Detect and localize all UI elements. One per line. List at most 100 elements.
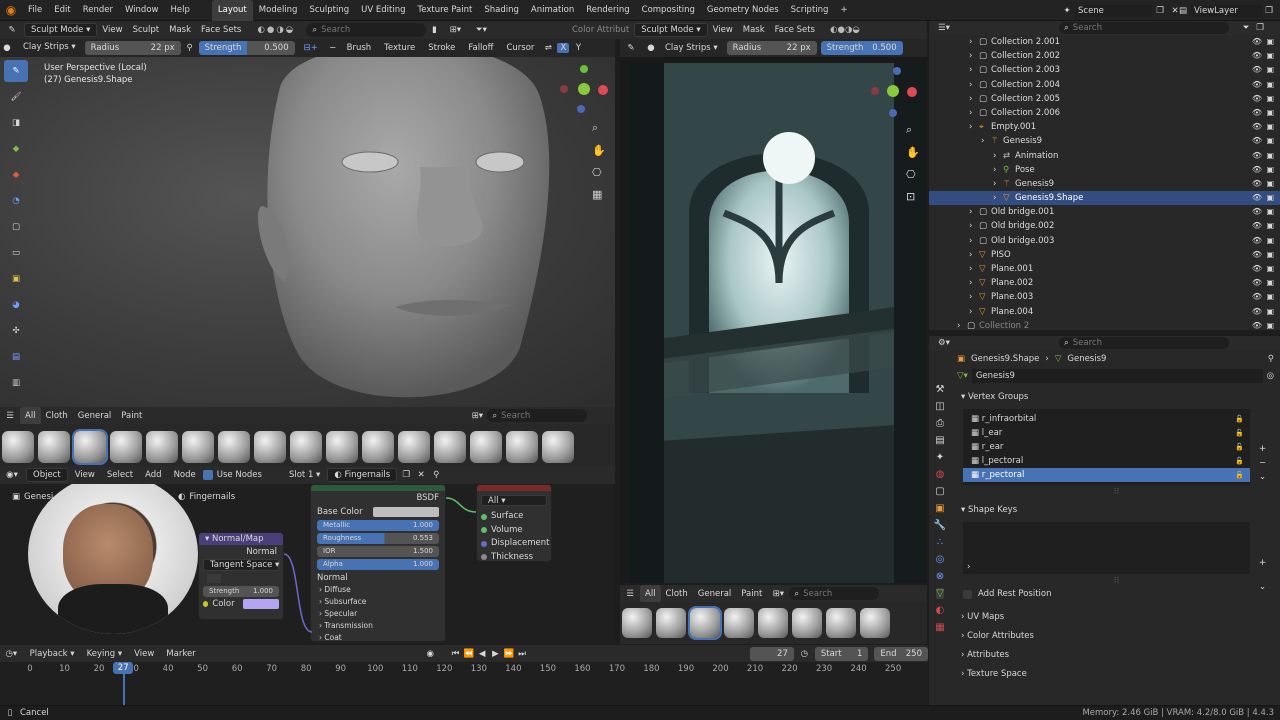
mask-tool[interactable]: ◨ xyxy=(4,112,28,134)
menu-edit[interactable]: Edit xyxy=(48,0,76,21)
cloth-filter-tool[interactable]: ▤ xyxy=(4,346,28,368)
render-camera-icon[interactable]: ▣ xyxy=(1266,163,1274,177)
lock-icon[interactable]: 🔓 xyxy=(1235,412,1244,426)
close-icon[interactable]: ✕ xyxy=(415,470,427,480)
remove-icon[interactable]: − xyxy=(1259,458,1266,468)
end-frame-field[interactable]: End 250 xyxy=(874,646,928,661)
menu-brush[interactable]: Brush xyxy=(342,39,377,57)
transform-icon[interactable]: ⊞▾ xyxy=(442,25,468,35)
shelf-tab-general[interactable]: General xyxy=(73,407,117,425)
node-editor[interactable]: ▣ Genesi ◐ Fingernails ▾ Normal/Map Norm… xyxy=(0,484,615,644)
gizmo-neg-z-icon[interactable] xyxy=(577,105,585,113)
right-radius-field[interactable]: Radius 22 px xyxy=(726,41,817,55)
prev-key-icon[interactable]: ⏪ xyxy=(463,649,474,659)
shelf-tab-paint[interactable]: Paint xyxy=(736,585,767,603)
color-tool[interactable]: ◆ xyxy=(4,164,28,186)
render-camera-icon[interactable]: ▣ xyxy=(1266,120,1274,134)
shelf-tab-general[interactable]: General xyxy=(693,585,737,603)
chevron-down-icon[interactable]: ⌄ xyxy=(1259,582,1266,592)
brush-dropdown[interactable]: Clay Strips ▾ xyxy=(17,41,82,55)
menu-select[interactable]: Select xyxy=(102,466,138,484)
outliner-row[interactable]: › ▢ Collection 2.003 👁 ▣ xyxy=(929,63,1280,77)
expand-chevron-icon[interactable]: › xyxy=(981,134,991,148)
material-selector[interactable]: ◐ Fingernails xyxy=(327,468,398,482)
paint-tool[interactable]: 🖌 xyxy=(4,86,28,108)
box-mask-tool[interactable]: ▢ xyxy=(4,216,28,238)
render-camera-icon[interactable]: ▣ xyxy=(1266,134,1274,148)
fake-user-icon[interactable]: ◎ xyxy=(1267,371,1274,381)
workspace-tab-geometry-nodes[interactable]: Geometry Nodes xyxy=(701,0,785,21)
menu-node[interactable]: Node xyxy=(169,466,201,484)
visibility-eye-icon[interactable]: 👁 xyxy=(1252,120,1262,134)
workspace-tab-compositing[interactable]: Compositing xyxy=(636,0,701,21)
render-camera-icon[interactable]: ▣ xyxy=(1266,106,1274,120)
outliner-row[interactable]: › ▢ Collection 2 👁 ▣ xyxy=(929,319,1280,333)
line-project-tool[interactable]: ◕ xyxy=(4,294,28,316)
right-brush-dropdown[interactable]: Clay Strips ▾ xyxy=(660,39,723,57)
pan-hand-icon[interactable]: ✋ xyxy=(592,144,606,157)
outliner-row[interactable]: › ⇄ Animation 👁 ▣ xyxy=(929,149,1280,163)
menu-stroke[interactable]: Stroke xyxy=(423,39,460,57)
brush-thumbnail[interactable] xyxy=(218,431,250,463)
menu-mask[interactable]: Mask xyxy=(164,21,196,39)
menu-falloff[interactable]: Falloff xyxy=(463,39,498,57)
gizmo-z-icon[interactable] xyxy=(580,65,588,73)
shelf-tab-cloth[interactable]: Cloth xyxy=(41,407,73,425)
workspace-tab-uv-editing[interactable]: UV Editing xyxy=(355,0,411,21)
brush-thumbnail[interactable] xyxy=(254,431,286,463)
brush-thumbnail[interactable] xyxy=(434,431,466,463)
outliner-editor-icon[interactable]: ☰▾ xyxy=(929,23,959,33)
grid-icon[interactable]: ▦ xyxy=(592,188,606,201)
properties-editor-icon[interactable]: ⚙▾ xyxy=(929,338,959,348)
zoom-icon[interactable]: ⌕ xyxy=(906,123,920,137)
brush-thumbnail[interactable] xyxy=(792,608,822,638)
render-camera-icon[interactable]: ▣ xyxy=(1266,35,1274,49)
visibility-eye-icon[interactable]: 👁 xyxy=(1252,177,1262,191)
bookmark-icon[interactable]: ▮ xyxy=(426,25,442,35)
expand-chevron-icon[interactable]: › xyxy=(969,262,979,276)
outliner-row[interactable]: › ▢ Collection 2.004 👁 ▣ xyxy=(929,78,1280,92)
brush-thumbnail[interactable] xyxy=(182,431,214,463)
outliner-row[interactable]: › ▢ Old bridge.003 👁 ▣ xyxy=(929,234,1280,248)
menu-window[interactable]: Window xyxy=(119,0,165,21)
list-resize-handle[interactable]: ⁝⁝ xyxy=(953,576,1280,586)
current-frame-field[interactable]: 27 xyxy=(749,646,794,661)
outliner-row[interactable]: › ▢ Old bridge.002 👁 ▣ xyxy=(929,219,1280,233)
jump-end-icon[interactable]: ⏭ xyxy=(516,649,527,659)
pin-icon[interactable]: ⚲ xyxy=(1268,354,1274,364)
menu-help[interactable]: Help xyxy=(164,0,195,21)
expand-chevron-icon[interactable]: › xyxy=(993,191,1003,205)
outliner-row[interactable]: › ▽ Plane.003 👁 ▣ xyxy=(929,290,1280,304)
gizmo-z-icon[interactable] xyxy=(893,67,901,75)
search-field[interactable]: ⌕ Search xyxy=(306,23,427,37)
grid-view-icon[interactable]: ⊞▾ xyxy=(767,589,789,599)
lock-icon[interactable]: ⚲ xyxy=(184,43,196,53)
right-strength-field[interactable]: Strength 0.500 xyxy=(820,41,903,55)
mode-dropdown[interactable]: Sculpt Mode ▾ xyxy=(24,23,98,37)
shape-keys-panel-header[interactable]: ▾ Shape Keys xyxy=(953,501,1280,520)
outliner-row[interactable]: › ▢ Old bridge.001 👁 ▣ xyxy=(929,205,1280,219)
color-filter-tool[interactable]: ▥ xyxy=(4,372,28,394)
visibility-eye-icon[interactable]: 👁 xyxy=(1252,63,1262,77)
world-tab-icon[interactable]: ◍ xyxy=(936,469,945,480)
brush-thumbnail[interactable] xyxy=(506,431,538,463)
brush-thumbnail[interactable] xyxy=(656,608,686,638)
render-camera-icon[interactable]: ▣ xyxy=(1266,205,1274,219)
outliner-row[interactable]: › ▢ Collection 2.002 👁 ▣ xyxy=(929,49,1280,63)
gizmo-y-icon[interactable] xyxy=(887,85,899,97)
clock-icon[interactable]: ◷ xyxy=(796,649,813,659)
visibility-eye-icon[interactable]: 👁 xyxy=(1252,305,1262,319)
particles-tab-icon[interactable]: ∴ xyxy=(937,537,943,548)
visibility-eye-icon[interactable]: 👁 xyxy=(1252,262,1262,276)
menu-cursor[interactable]: Cursor xyxy=(501,39,539,57)
copy-icon[interactable]: ❐ xyxy=(1262,6,1276,16)
object-tab-icon[interactable]: ▣ xyxy=(935,503,944,514)
editor-type-icon[interactable]: ✎ xyxy=(0,25,24,35)
brush-thumbnail[interactable] xyxy=(542,431,574,463)
trim-tool[interactable]: ▣ xyxy=(4,268,28,290)
left-3d-viewport[interactable]: User Perspective (Local) (27) Genesis9.S… xyxy=(0,57,615,407)
expand-chevron-icon[interactable]: › xyxy=(969,120,979,134)
expand-chevron-icon[interactable]: › xyxy=(969,205,979,219)
render-camera-icon[interactable]: ▣ xyxy=(1266,248,1274,262)
timeline-editor-icon[interactable]: ◷▾ xyxy=(0,649,23,659)
